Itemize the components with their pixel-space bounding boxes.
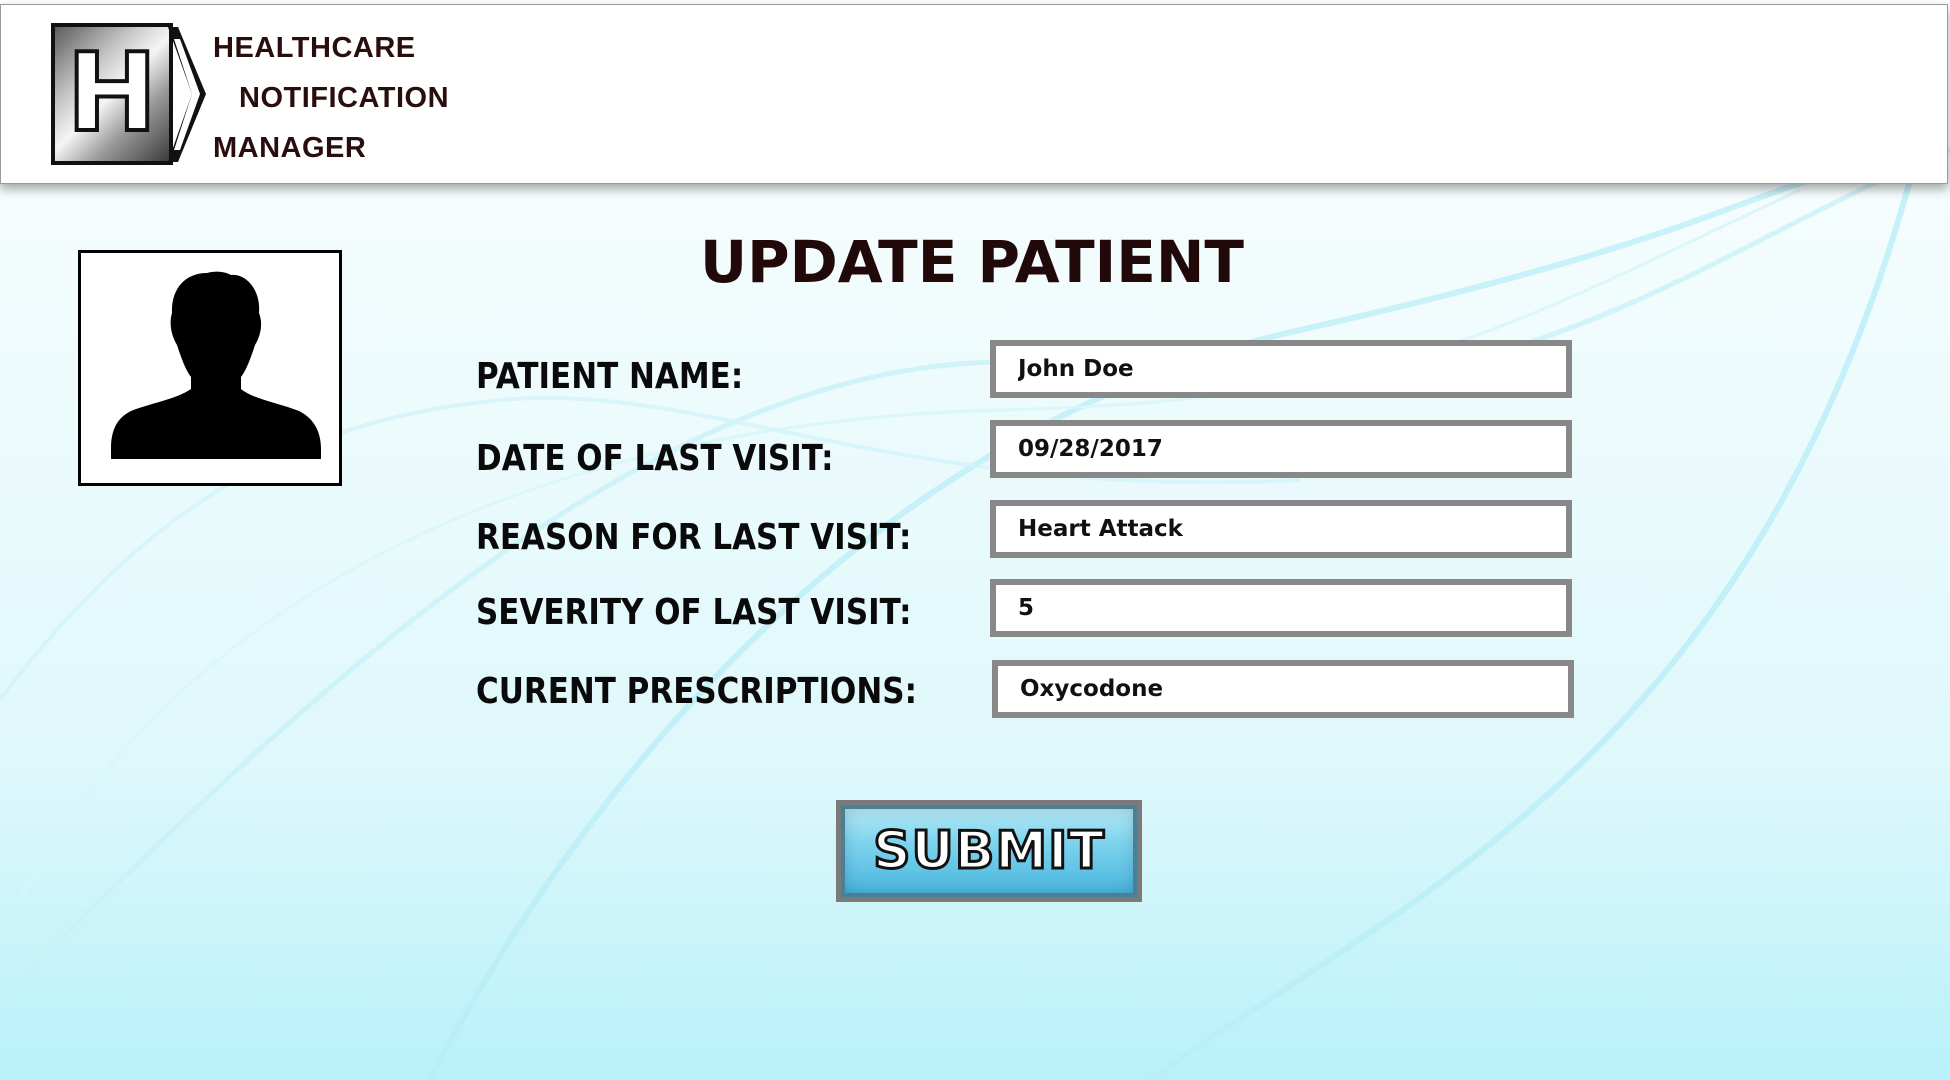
logo-letter: H: [65, 31, 159, 156]
current-prescriptions-input[interactable]: [992, 660, 1574, 718]
page-title: UPDATE PATIENT: [700, 228, 1244, 296]
current-prescriptions-label: CURENT PRESCRIPTIONS:: [476, 671, 917, 712]
person-silhouette-icon: [111, 271, 321, 459]
brand-name-line-3: MANAGER: [213, 132, 367, 164]
h-hospital-logo-icon: H: [51, 23, 173, 165]
reason-for-last-visit-label: REASON FOR LAST VISIT:: [476, 517, 912, 558]
date-of-last-visit-input[interactable]: [990, 420, 1572, 478]
submit-button-label: SUBMIT: [872, 820, 1106, 883]
patient-name-input[interactable]: [990, 340, 1572, 398]
reason-for-last-visit-input[interactable]: [990, 500, 1572, 558]
patient-name-label: PATIENT NAME:: [476, 356, 744, 397]
brand-name-line-2: NOTIFICATION: [239, 82, 450, 114]
severity-of-last-visit-input[interactable]: [990, 579, 1572, 637]
app-header: H HEALTHCARE NOTIFICATION MANAGER: [0, 4, 1948, 184]
patient-avatar: [78, 250, 342, 486]
severity-of-last-visit-label: SEVERITY OF LAST VISIT:: [476, 592, 912, 633]
brand-name-line-1: HEALTHCARE: [213, 32, 416, 64]
submit-button[interactable]: SUBMIT: [836, 800, 1142, 902]
date-of-last-visit-label: DATE OF LAST VISIT:: [476, 438, 834, 479]
logo-chevron-icon: [168, 27, 206, 162]
